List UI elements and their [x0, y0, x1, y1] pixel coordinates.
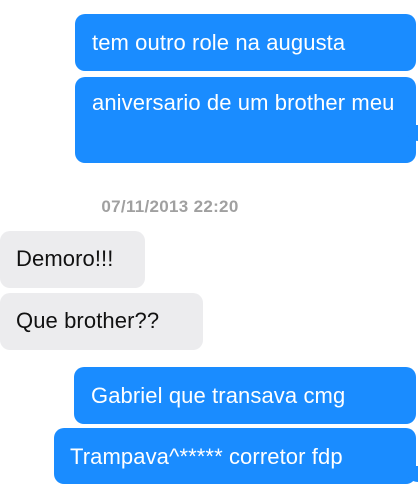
- message-text: aniversario de um brother meu: [92, 90, 395, 115]
- message-text: Demoro!!!: [16, 246, 114, 271]
- incoming-message[interactable]: Que brother??: [0, 293, 203, 350]
- timestamp: 07/11/2013 22:20: [101, 197, 239, 216]
- outgoing-message[interactable]: tem outro role na augusta: [75, 14, 416, 71]
- message-thread: tem outro role na augusta aniversario de…: [0, 0, 419, 501]
- outgoing-message[interactable]: aniversario de um brother meu: [75, 77, 416, 163]
- message-text: Trampava^***** corretor fdp: [70, 444, 343, 469]
- message-text: Que brother??: [16, 308, 160, 333]
- message-text: tem outro role na augusta: [92, 30, 346, 55]
- message-text: Gabriel que transava cmg: [91, 383, 346, 408]
- incoming-message[interactable]: Demoro!!!: [0, 231, 145, 288]
- outgoing-message[interactable]: Trampava^***** corretor fdp: [54, 428, 416, 484]
- outgoing-message[interactable]: Gabriel que transava cmg: [74, 367, 416, 424]
